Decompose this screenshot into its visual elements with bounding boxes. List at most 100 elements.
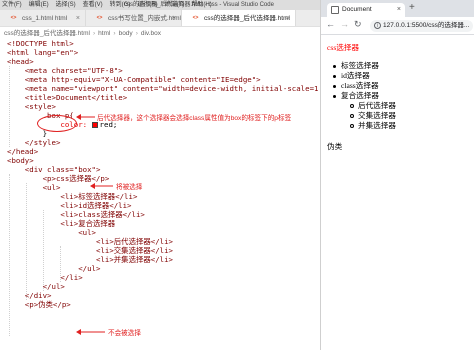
annotation-arrow-icon: [76, 114, 95, 120]
html-file-icon: <>: [10, 15, 17, 21]
browser-tab[interactable]: Document ×: [327, 3, 405, 17]
selected-note: 将被选择: [116, 184, 143, 191]
code-line: <li>id选择器</li>: [7, 201, 132, 210]
browser-toolbar: ← → ↻ i 127.0.0.1:5500/css的选择器...: [321, 17, 474, 35]
breadcrumb-file[interactable]: css的选择器_后代选择器.html: [4, 30, 90, 37]
descendant-selector-note: 后代选择器，这个选择器会选择class属性值为box的标签下的p标签: [97, 115, 292, 122]
code-line: </ul>: [7, 264, 101, 273]
disc-bullet-icon: [333, 64, 336, 68]
breadcrumb-body[interactable]: body: [119, 30, 133, 37]
code-line: </ul>: [7, 282, 65, 291]
forward-arrow-icon[interactable]: →: [340, 19, 349, 29]
window-title: css的选择器_后代选择器.html - css - Visual Studio…: [124, 2, 274, 8]
selector-list: 标签选择器 id选择器 class选择器 复合选择器 后代选择器 交集选择器 并…: [327, 61, 474, 131]
list-item: 标签选择器: [333, 61, 474, 71]
code-line: </head>: [7, 147, 39, 156]
list-item-label: 并集选择器: [358, 121, 396, 130]
breadcrumb-div-box[interactable]: div.box: [141, 30, 161, 37]
editor-tab-bar: <> css_1.html html × <> css书写位置_内嵌式.html…: [0, 10, 320, 27]
code-line: <li>标签选择器</li>: [7, 192, 138, 201]
browser-tab-bar: Document × +: [321, 0, 474, 17]
code-line: <li>复合选择器: [7, 219, 116, 228]
list-item-label: 后代选择器: [358, 101, 396, 110]
list-item-label: 交集选择器: [358, 111, 396, 120]
code-line: <div class="box">: [7, 165, 101, 174]
disc-bullet-icon: [333, 84, 336, 88]
code-line: <html lang="en">: [7, 48, 79, 57]
code-line: <meta charset="UTF-8">: [7, 66, 123, 75]
close-icon[interactable]: ×: [172, 10, 176, 26]
html-file-icon: <>: [192, 15, 199, 21]
list-item: class选择器: [333, 81, 474, 91]
menu-file[interactable]: 文件(F): [2, 2, 22, 8]
back-arrow-icon[interactable]: ←: [326, 19, 335, 29]
nested-list-container: 后代选择器 交集选择器 并集选择器: [341, 101, 474, 131]
rendered-page: css选择器 标签选择器 id选择器 class选择器 复合选择器 后代选择器 …: [321, 36, 474, 152]
plus-icon[interactable]: +: [409, 2, 415, 13]
code-line: </li>: [7, 273, 83, 282]
title-bar: 文件(F) 编辑(E) 选择(S) 查看(V) 转到(G) 运行(R) 终端(T) 帮助(H)…: [0, 0, 320, 10]
menu-selection[interactable]: 选择(S): [56, 2, 76, 8]
color-swatch[interactable]: [91, 122, 98, 128]
code-line: <li>并集选择器</li>: [7, 255, 173, 264]
address-bar[interactable]: i 127.0.0.1:5500/css的选择器...: [370, 20, 473, 32]
nested-list: 后代选择器 交集选择器 并集选择器: [341, 101, 474, 131]
page-footer-text: 伪类: [327, 142, 343, 151]
close-icon[interactable]: ×: [76, 10, 80, 26]
code-editor[interactable]: <!DOCTYPE html> <html lang="en"> <head> …: [0, 39, 320, 350]
list-item-label: id选择器: [341, 71, 370, 80]
menu-view[interactable]: 查看(V): [83, 2, 103, 8]
code-line: <style>: [7, 102, 56, 111]
tab-inline-css[interactable]: <> css书写位置_内嵌式.html ×: [86, 10, 182, 26]
annotation-arrow-icon: [76, 329, 105, 335]
code-line: <ul>: [7, 183, 61, 192]
tab-label: css书写位置_内嵌式.html: [108, 15, 181, 22]
code-line: <meta name="viewport" content="width=dev…: [7, 84, 320, 93]
html-file-icon: <>: [96, 15, 103, 21]
code-line: <!DOCTYPE html>: [7, 39, 74, 48]
list-item: 并集选择器: [350, 121, 474, 131]
list-item: 后代选择器: [350, 101, 474, 111]
list-item: 复合选择器: [333, 91, 474, 101]
code-line: }: [7, 129, 48, 138]
address-text: 127.0.0.1:5500/css的选择器...: [383, 22, 470, 29]
tab-label: css的选择器_后代选择器.html: [204, 15, 290, 22]
code-line: </style>: [7, 138, 61, 147]
disc-bullet-icon: [333, 94, 336, 98]
info-icon: i: [374, 22, 381, 29]
close-icon[interactable]: ×: [397, 3, 401, 17]
menu-edit[interactable]: 编辑(E): [29, 2, 49, 8]
list-item: id选择器: [333, 71, 474, 81]
tab-css-1[interactable]: <> css_1.html html ×: [0, 10, 86, 26]
breadcrumb-html[interactable]: html: [98, 30, 110, 37]
code-line: <p>伪类</p>: [7, 300, 71, 309]
code-line: <li>后代选择器</li>: [7, 237, 173, 246]
chevron-right-icon: ›: [135, 30, 138, 37]
circle-bullet-icon: [350, 114, 354, 118]
code-line: <li>class选择器</li>: [7, 210, 145, 219]
code-line: <li>交集选择器</li>: [7, 246, 173, 255]
list-item-label: 标签选择器: [341, 61, 379, 70]
close-icon[interactable]: ×: [286, 10, 290, 26]
code-line: </div>: [7, 291, 52, 300]
chevron-right-icon: ›: [92, 30, 96, 37]
selector-highlight-ring: [37, 115, 77, 132]
code-line: <body>: [7, 156, 34, 165]
breadcrumb: css的选择器_后代选择器.html › html › body › div.box: [0, 28, 320, 39]
circle-bullet-icon: [350, 104, 354, 108]
chevron-right-icon: ›: [113, 30, 116, 37]
list-item-label: 复合选择器: [341, 91, 379, 100]
reload-icon[interactable]: ↻: [354, 19, 362, 30]
code-line: <meta http-equiv="X-UA-Compatible" conte…: [7, 75, 261, 84]
browser-tab-title: Document: [342, 6, 372, 13]
tab-label: css_1.html html: [22, 15, 68, 22]
browser-window: Document × + ← → ↻ i 127.0.0.1:5500/css的…: [320, 0, 474, 350]
circle-bullet-icon: [350, 124, 354, 128]
not-selected-note: 不会被选择: [108, 330, 141, 337]
vscode-window: 文件(F) 编辑(E) 选择(S) 查看(V) 转到(G) 运行(R) 终端(T) 帮助(H)…: [0, 0, 320, 350]
disc-bullet-icon: [333, 74, 336, 78]
tab-descendant-selector[interactable]: <> css的选择器_后代选择器.html ×: [182, 10, 296, 26]
list-item-label: class选择器: [341, 81, 379, 90]
code-line: <title>Document</title>: [7, 93, 128, 102]
annotation-arrow-icon: [90, 183, 113, 189]
